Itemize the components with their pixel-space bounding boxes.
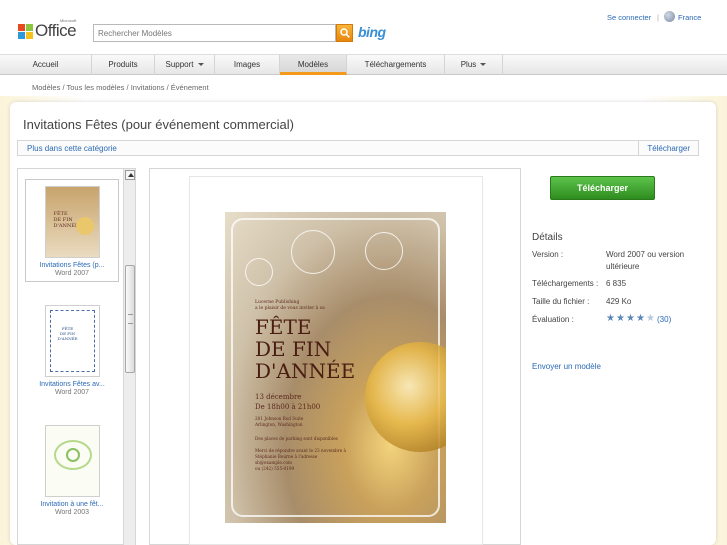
nav-produits[interactable]: Produits: [92, 55, 155, 75]
download-link[interactable]: Télécharger: [638, 141, 698, 155]
nav-label: Modèles: [297, 60, 329, 69]
thumbnail-text: FÊTE DE FIN D'ANNÉE: [53, 211, 79, 229]
search-button[interactable]: [336, 24, 353, 42]
ornament-graphic: [245, 258, 273, 286]
version-value-2: ultérieure: [606, 262, 640, 271]
nav-telechargements[interactable]: Téléchargements: [347, 55, 445, 75]
main-nav: Accueil Produits Support Images Modèles …: [0, 54, 727, 75]
scroll-up-arrow[interactable]: [125, 170, 135, 180]
rating-stars[interactable]: ★ ★ ★ ★ ★: [606, 314, 656, 324]
template-name[interactable]: Invitations Fêtes av...: [25, 381, 119, 388]
thumbnail-border: [49, 310, 95, 372]
grip-icon: [128, 314, 133, 324]
nav-label: Téléchargements: [364, 60, 427, 69]
version-label: Version :: [532, 250, 564, 259]
list-item[interactable]: FÊTE DE FIN D'ANNÉE Invitations Fêtes av..…: [25, 299, 119, 402]
breadcrumb: Modèles / Tous les modèles / Invitations…: [32, 83, 209, 92]
template-version: Word 2007: [54, 389, 90, 396]
template-thumbnail: [44, 425, 100, 497]
microsoft-brand: Microsoft: [60, 18, 77, 23]
breadcrumb-tous[interactable]: Tous les modèles: [66, 83, 124, 92]
header-separator: |: [657, 13, 659, 22]
thumbnail-text: FÊTE DE FIN D'ANNÉE: [57, 326, 78, 341]
poster-date-line: 13 décembre: [255, 393, 302, 401]
poster-rsvp: Merci de répondre avant le 23 novembre à…: [255, 448, 346, 472]
template-version: Word 2003: [54, 509, 90, 516]
nav-label: Produits: [108, 60, 138, 69]
country-link[interactable]: France: [678, 13, 701, 22]
star-icon: ★: [606, 313, 615, 324]
version-value: Word 2007 ou version: [606, 250, 685, 259]
downloads-label: Téléchargements :: [532, 279, 599, 288]
ornament-graphic: [365, 232, 403, 270]
poster-org: Lucerne Publishing a le plaisir de vous …: [255, 300, 325, 312]
star-icon: ★: [616, 313, 625, 324]
bing-logo[interactable]: bing: [358, 24, 386, 40]
top-header: Office Microsoft Rechercher Modèles bing…: [0, 0, 727, 54]
nav-label: Plus: [460, 60, 477, 69]
nav-support[interactable]: Support: [155, 55, 215, 75]
breadcrumb-modeles[interactable]: Modèles: [32, 83, 60, 92]
rating-count-link[interactable]: (30): [657, 315, 671, 324]
breadcrumb-evenement[interactable]: Événement: [171, 83, 209, 92]
poster-address: 201 Johnson Rod Suite Arlington, Washing…: [255, 416, 303, 428]
poster-address-line: Arlington, Washington: [255, 422, 303, 427]
poster-title-line: FÊTE: [255, 315, 312, 339]
template-preview-image: Lucerne Publishing a le plaisir de vous …: [225, 212, 446, 523]
nav-label: Accueil: [32, 60, 59, 69]
nav-modeles[interactable]: Modèles: [280, 55, 347, 75]
download-button[interactable]: Télécharger: [550, 176, 655, 200]
ornament-graphic: [291, 230, 335, 274]
size-value: 429 Ko: [606, 297, 632, 306]
globe-icon: [664, 11, 675, 22]
template-list[interactable]: FÊTE DE FIN D'ANNÉE Invitations Fêtes (p..…: [17, 168, 136, 545]
poster-parking: Des places de parking sont disponibles: [255, 436, 338, 442]
thumbnail-graphic: [65, 448, 80, 462]
category-bar: Plus dans cette catégorie Télécharger: [17, 140, 699, 156]
ornament-graphic: [75, 217, 94, 235]
list-item[interactable]: FÊTE DE FIN D'ANNÉE Invitations Fêtes (p..…: [25, 179, 119, 282]
list-scrollbar[interactable]: [123, 169, 135, 545]
search-icon: [340, 28, 350, 38]
template-version: Word 2007: [54, 270, 90, 277]
rating-label: Évaluation :: [532, 315, 574, 324]
details-title: Détails: [532, 232, 563, 243]
poster-title: FÊTE DE FIN D'ANNÉE: [255, 316, 355, 382]
list-item[interactable]: Invitation à une fêt... Word 2003: [25, 419, 119, 522]
star-icon: ★: [636, 313, 645, 324]
breadcrumb-invitations[interactable]: Invitations: [131, 83, 165, 92]
template-name[interactable]: Invitations Fêtes (p...: [26, 262, 118, 269]
office-logo[interactable]: Office Microsoft: [18, 18, 77, 41]
search-input[interactable]: Rechercher Modèles: [93, 24, 336, 42]
nav-label: Support: [165, 60, 194, 69]
poster-invite-line: a le plaisir de vous inviter à sa: [255, 306, 325, 311]
page-title: Invitations Fêtes (pour événement commer…: [23, 117, 294, 132]
template-name[interactable]: Invitation à une fêt...: [25, 501, 119, 508]
more-in-category-link[interactable]: Plus dans cette catégorie: [27, 144, 117, 153]
star-half-icon: ★: [646, 313, 655, 324]
nav-label: Images: [233, 60, 261, 69]
downloads-value: 6 835: [606, 279, 627, 288]
scroll-thumb[interactable]: [125, 265, 135, 373]
chevron-down-icon: [197, 63, 204, 67]
poster-title-line: DE FIN: [255, 337, 332, 361]
chevron-down-icon: [480, 63, 487, 67]
office-logo-text: Office: [35, 21, 77, 40]
template-thumbnail: FÊTE DE FIN D'ANNÉE: [44, 186, 100, 258]
size-label: Taille du fichier :: [532, 297, 590, 306]
nav-plus[interactable]: Plus: [445, 55, 503, 75]
office-logo-icon: [18, 23, 33, 39]
poster-title-line: D'ANNÉE: [255, 359, 356, 383]
star-icon: ★: [626, 313, 635, 324]
poster-date: 13 décembre De 18h00 à 21h00: [255, 392, 320, 412]
poster-parking-line: Des places de parking sont disponibles: [255, 436, 338, 441]
nav-accueil[interactable]: Accueil: [0, 55, 92, 75]
template-thumbnail: FÊTE DE FIN D'ANNÉE: [44, 305, 100, 377]
signin-link[interactable]: Se connecter: [607, 13, 651, 22]
poster-time-line: De 18h00 à 21h00: [255, 403, 321, 411]
poster-phone: ou (242) 555-0199: [255, 466, 295, 471]
nav-images[interactable]: Images: [215, 55, 280, 75]
send-template-link[interactable]: Envoyer un modèle: [532, 362, 601, 371]
